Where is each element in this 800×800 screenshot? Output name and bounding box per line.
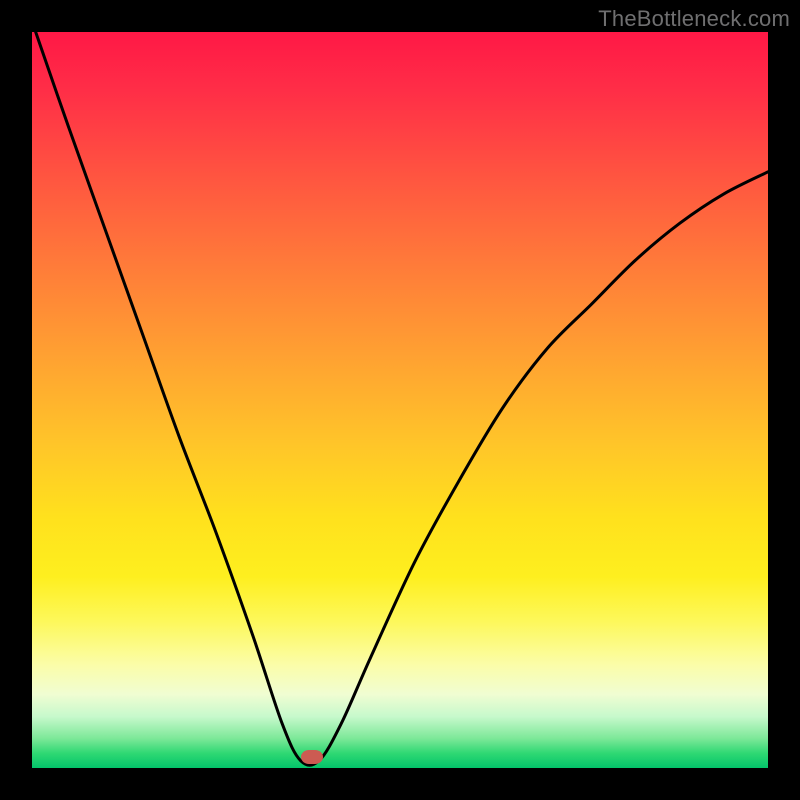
curve-svg bbox=[32, 32, 768, 768]
chart-frame: TheBottleneck.com bbox=[0, 0, 800, 800]
optimal-point-marker bbox=[301, 750, 323, 764]
bottleneck-curve bbox=[36, 32, 768, 765]
plot-area bbox=[32, 32, 768, 768]
watermark-text: TheBottleneck.com bbox=[598, 6, 790, 32]
